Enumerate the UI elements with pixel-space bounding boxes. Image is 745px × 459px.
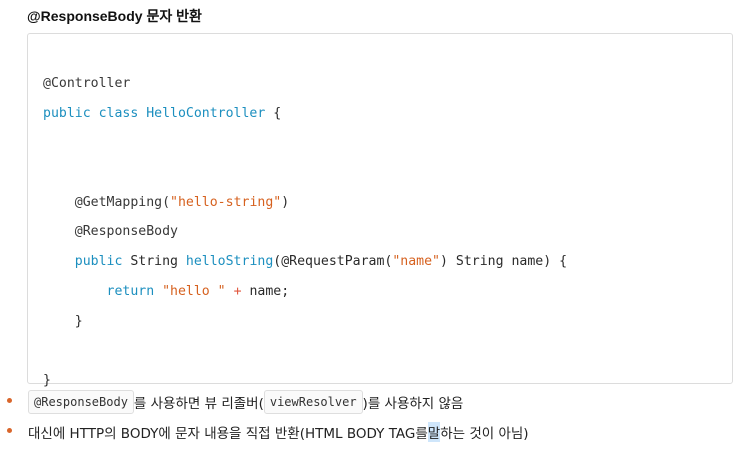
code-token: public class xyxy=(43,105,147,121)
code-token: ) xyxy=(281,194,290,210)
code-line: return "hello " + name; xyxy=(43,277,567,307)
bullet-text-part: 대신에 HTTP의 BODY에 문자 내용을 직접 반환(HTML BODY T… xyxy=(28,426,428,442)
code-line: @GetMapping("hello-string") xyxy=(43,188,567,218)
code-token: public xyxy=(43,254,131,270)
code-token: @Controller xyxy=(43,76,131,91)
code-token: helloString xyxy=(185,254,274,270)
code-line: } xyxy=(43,307,567,337)
inline-code-view-resolver: viewResolver xyxy=(263,390,363,414)
code-token: + xyxy=(225,283,250,299)
code-line: @Controller xyxy=(43,69,567,99)
code-token: "hello " xyxy=(162,283,226,299)
code-line: public class HelloController { xyxy=(43,99,567,129)
text-selection-highlight: 말 xyxy=(427,422,441,442)
code-block: @Controller public class HelloController … xyxy=(27,33,733,388)
code-token: HelloController xyxy=(146,105,266,121)
section-heading: @ResponseBody 문자 반환 xyxy=(27,8,202,24)
bullet-dot-icon xyxy=(7,398,12,403)
code-token: String xyxy=(130,254,186,270)
bullet-dot-icon xyxy=(7,428,12,433)
code-token: { xyxy=(265,105,282,121)
code-content: @Controller public class HelloController … xyxy=(43,69,567,396)
bullet-text-part: )를 사용하지 않음 xyxy=(362,396,464,412)
code-token: ) String name) { xyxy=(440,254,568,270)
code-token: (@RequestParam( xyxy=(273,254,393,270)
code-token: "hello-string" xyxy=(170,194,282,210)
code-token: @ResponseBody xyxy=(43,224,178,240)
inline-code-response-body: @ResponseBody xyxy=(28,390,134,414)
bullet-text-part: 를 사용하면 뷰 리졸버( xyxy=(133,396,264,412)
bullet-text-part: 하는 것이 아님) xyxy=(440,426,529,442)
code-token: return xyxy=(43,283,163,299)
code-token: name; xyxy=(249,283,290,299)
code-line: @ResponseBody xyxy=(43,217,567,247)
code-token: } xyxy=(43,372,51,388)
code-token: @GetMapping( xyxy=(43,194,171,210)
code-token: } xyxy=(43,313,83,329)
code-token: "name" xyxy=(392,254,440,270)
code-line: public String helloString(@RequestParam(… xyxy=(43,247,567,277)
